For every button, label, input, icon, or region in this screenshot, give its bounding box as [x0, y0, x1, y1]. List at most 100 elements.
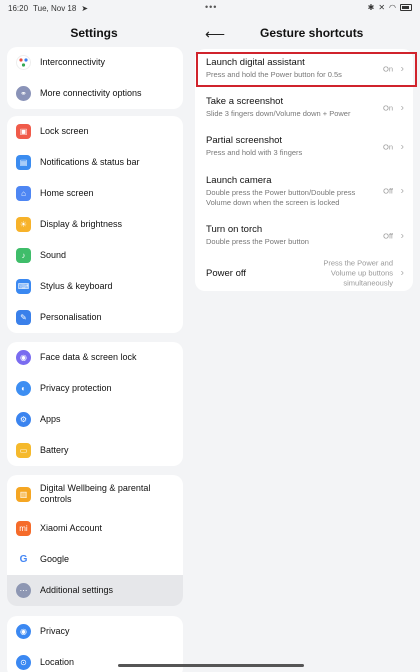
- list-item-turn-on-torch[interactable]: Turn on torch Double press the Power but…: [195, 216, 413, 255]
- sidebar-item-stylus-keyboard[interactable]: ⌨ Stylus & keyboard: [7, 271, 183, 302]
- sidebar-item-sound[interactable]: ♪ Sound: [7, 240, 183, 271]
- sidebar-item-personalisation[interactable]: ✎ Personalisation: [7, 302, 183, 333]
- chevron-right-icon: ›: [400, 230, 404, 241]
- settings-group-security: ◉ Face data & screen lock ◐ Privacy prot…: [7, 342, 183, 466]
- silent-icon: ✕: [378, 3, 386, 12]
- item-value: On: [382, 142, 393, 151]
- list-item-launch-camera[interactable]: Launch camera Double press the Power but…: [195, 166, 413, 216]
- privacy-protection-icon: ◐: [16, 381, 31, 396]
- sidebar-item-display[interactable]: ☀ Display & brightness: [7, 209, 183, 240]
- item-value: Off: [383, 186, 393, 196]
- item-title: Launch camera: [206, 174, 272, 186]
- google-icon: G: [16, 552, 31, 567]
- sidebar-item-digital-wellbeing[interactable]: ▥ Digital Wellbeing & parental controls: [7, 475, 183, 513]
- chevron-right-icon: ›: [400, 267, 404, 279]
- chevron-right-icon: ›: [400, 102, 404, 113]
- list-item-partial-screenshot[interactable]: Partial screenshot Press and hold with 3…: [195, 127, 413, 166]
- sidebar-item-xiaomi-account[interactable]: mi Xiaomi Account: [7, 513, 183, 544]
- privacy-icon: ◉: [16, 624, 31, 639]
- sidebar-item-label: Xiaomi Account: [40, 523, 103, 534]
- sidebar-item-label: Google: [40, 554, 70, 565]
- item-title: Turn on torch: [206, 224, 263, 236]
- settings-group-connectivity: Interconnectivity ⚭ More connectivity op…: [7, 47, 183, 109]
- item-title: Partial screenshot: [206, 135, 283, 147]
- item-value: Off: [383, 231, 393, 240]
- personalisation-icon: ✎: [16, 310, 31, 325]
- face-icon: ◉: [16, 350, 31, 365]
- sidebar-item-label: Notifications & status bar: [40, 157, 140, 168]
- sidebar-item-notifications[interactable]: ▤ Notifications & status bar: [7, 147, 183, 178]
- home-indicator[interactable]: [118, 664, 304, 667]
- sidebar-item-google[interactable]: G Google: [7, 544, 183, 575]
- list-item-launch-assistant[interactable]: Launch digital assistant Press and hold …: [195, 49, 413, 88]
- settings-sidebar: Settings Interconnectivity ⚭ More connec…: [0, 16, 188, 672]
- sidebar-item-label: Location: [40, 657, 75, 668]
- sidebar-item-label: Sound: [40, 250, 67, 261]
- sidebar-item-label: Lock screen: [40, 126, 89, 137]
- sidebar-item-label: Interconnectivity: [40, 57, 106, 68]
- item-subtitle: Press and hold the Power button for 0.5s: [206, 70, 342, 80]
- chevron-right-icon: ›: [400, 141, 404, 152]
- home-icon: ⌂: [16, 186, 31, 201]
- item-subtitle: Slide 3 fingers down/Volume down + Power: [206, 109, 351, 119]
- more-dots-icon: •••: [205, 2, 218, 12]
- gesture-shortcuts-panel: ⟵ Gesture shortcuts Launch digital assis…: [188, 16, 420, 672]
- sidebar-item-label: Apps: [40, 414, 61, 425]
- item-title: Take a screenshot: [206, 96, 284, 108]
- apps-icon: ⚙: [16, 412, 31, 427]
- keyboard-icon: ⌨: [16, 279, 31, 294]
- item-subtitle: Press and hold with 3 fingers: [206, 148, 303, 158]
- sound-icon: ♪: [16, 248, 31, 263]
- connectivity-icon: ⚭: [16, 86, 31, 101]
- sidebar-item-label: Additional settings: [40, 585, 114, 596]
- more-icon: ⋯: [16, 583, 31, 598]
- wifi-icon: ◠: [389, 3, 396, 12]
- sidebar-item-label: Privacy: [40, 626, 70, 637]
- settings-group-display: ▣ Lock screen ▤ Notifications & status b…: [7, 116, 183, 333]
- notification-icon: ▤: [16, 155, 31, 170]
- location-icon: ⊙: [16, 655, 31, 670]
- item-value: On: [382, 64, 393, 73]
- sidebar-item-label: Display & brightness: [40, 219, 123, 230]
- sidebar-item-face-data[interactable]: ◉ Face data & screen lock: [7, 342, 183, 373]
- sidebar-item-interconnectivity[interactable]: Interconnectivity: [7, 47, 183, 78]
- battery-icon: ▭: [16, 443, 31, 458]
- item-value: On: [382, 103, 393, 112]
- xiaomi-icon: mi: [16, 521, 31, 536]
- sidebar-item-home-screen[interactable]: ⌂ Home screen: [7, 178, 183, 209]
- sidebar-item-privacy[interactable]: ◉ Privacy: [7, 616, 183, 647]
- item-subtitle: Double press the Power button: [206, 237, 309, 247]
- item-value: Press the Power and Volume up buttons si…: [323, 258, 393, 287]
- navigation-arrow-icon: ➤: [81, 3, 89, 13]
- status-bar: 16:20 Tue, Nov 18 ➤ ••• ✱ ✕ ◠: [0, 0, 420, 16]
- back-arrow-icon[interactable]: ⟵: [205, 26, 225, 43]
- sidebar-item-label: Digital Wellbeing & parental controls: [40, 483, 151, 504]
- sidebar-item-label: Stylus & keyboard: [40, 281, 113, 292]
- settings-group-account: ▥ Digital Wellbeing & parental controls …: [7, 475, 183, 606]
- item-subtitle: Double press the Power button/Double pre…: [206, 187, 356, 207]
- page-title: Gesture shortcuts: [260, 26, 364, 40]
- item-title: Launch digital assistant: [206, 57, 305, 69]
- sidebar-item-privacy-protection[interactable]: ◐ Privacy protection: [7, 373, 183, 404]
- sidebar-item-label: Home screen: [40, 188, 94, 199]
- sidebar-item-lock-screen[interactable]: ▣ Lock screen: [7, 116, 183, 147]
- status-date: Tue, Nov 18: [33, 3, 77, 13]
- sidebar-item-battery[interactable]: ▭ Battery: [7, 435, 183, 466]
- sidebar-item-label: Personalisation: [40, 312, 102, 323]
- chevron-right-icon: ›: [400, 185, 404, 197]
- sidebar-item-label: Privacy protection: [40, 383, 112, 394]
- status-time: 16:20: [8, 3, 29, 13]
- brightness-icon: ☀: [16, 217, 31, 232]
- battery-status-icon: [400, 4, 412, 11]
- bluetooth-icon: ✱: [367, 3, 375, 12]
- sidebar-item-apps[interactable]: ⚙ Apps: [7, 404, 183, 435]
- sidebar-item-additional-settings[interactable]: ⋯ Additional settings: [7, 575, 183, 606]
- gesture-shortcuts-list: Launch digital assistant Press and hold …: [195, 49, 413, 291]
- sidebar-item-location[interactable]: ⊙ Location: [7, 647, 183, 672]
- sidebar-item-label: Face data & screen lock: [40, 352, 137, 363]
- interconnectivity-icon: [16, 55, 31, 70]
- sidebar-item-more-connectivity[interactable]: ⚭ More connectivity options: [7, 78, 183, 109]
- sidebar-item-label: Battery: [40, 445, 69, 456]
- list-item-take-screenshot[interactable]: Take a screenshot Slide 3 fingers down/V…: [195, 88, 413, 127]
- list-item-power-off[interactable]: Power off Press the Power and Volume up …: [195, 255, 413, 291]
